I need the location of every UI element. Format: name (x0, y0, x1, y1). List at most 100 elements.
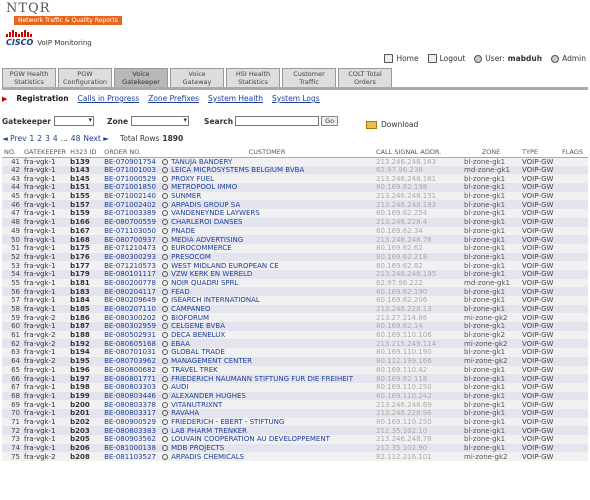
row-order-no[interactable]: BE-071103050 (102, 226, 161, 236)
magnifier-icon[interactable] (162, 332, 169, 339)
magnifier-icon[interactable] (162, 410, 169, 417)
magnifier-icon[interactable] (162, 297, 169, 304)
customer-name[interactable]: TANUJA BANDERY (171, 158, 232, 166)
tab-voice-gateway[interactable]: Voice Gateway (170, 68, 224, 87)
row-customer[interactable]: VITANUTRIXNT (160, 400, 374, 409)
page-48-link[interactable]: 48 (71, 134, 81, 143)
customer-name[interactable]: VZW KERK EN WERELD (171, 270, 252, 278)
row-order-no[interactable]: BE-071210573 (102, 261, 161, 270)
customer-name[interactable]: LEICA MICROSYSTEMS BELGIUM BVBA (171, 166, 304, 174)
customer-name[interactable]: VANDENEYNDE LAYWERS (171, 209, 260, 217)
page-3-link[interactable]: 3 (45, 134, 50, 143)
row-order-no[interactable]: BE-080700559 (102, 217, 161, 227)
row-customer[interactable]: LOUVAIN COOPERATION AU DEVELOPPEMENT (160, 435, 374, 444)
row-order-no[interactable]: BE-080800682 (102, 365, 161, 375)
row-order-no[interactable]: BE-080101117 (102, 269, 161, 279)
row-customer[interactable]: BIOFORUM (160, 313, 374, 323)
row-customer[interactable]: EBAA (160, 339, 374, 349)
magnifier-icon[interactable] (162, 193, 169, 200)
magnifier-icon[interactable] (162, 236, 169, 243)
magnifier-icon[interactable] (162, 279, 169, 286)
row-order-no[interactable]: BE-071210473 (102, 243, 161, 253)
customer-name[interactable]: MEDIA ADVERTISING (171, 236, 243, 244)
magnifier-icon[interactable] (162, 445, 169, 452)
row-customer[interactable]: TRAVEL TREK (160, 365, 374, 375)
zone-select[interactable] (131, 116, 190, 126)
customer-name[interactable]: ARPADIS GROUP SA (171, 201, 240, 209)
tab-pgw-configuration[interactable]: PGW Configuration (58, 68, 112, 87)
magnifier-icon[interactable] (162, 175, 169, 182)
subnav-system-health[interactable]: System Health (208, 94, 263, 103)
magnifier-icon[interactable] (162, 201, 169, 208)
customer-name[interactable]: ALEXANDER HUGHES (171, 392, 246, 400)
customer-name[interactable]: EUROCOMMERCE (171, 244, 232, 252)
row-order-no[interactable]: BE-081103527 (102, 452, 161, 462)
row-order-no[interactable]: BE-080803303 (102, 382, 161, 392)
tab-colt-total-orders[interactable]: COLT Total Orders (338, 68, 392, 87)
row-order-no[interactable]: BE-080300202 (102, 313, 161, 323)
subnav-zone-prefixes[interactable]: Zone Prefixes (148, 94, 199, 103)
row-customer[interactable]: SUNMER (160, 191, 374, 201)
row-order-no[interactable]: BE-080900529 (102, 417, 161, 427)
row-order-no[interactable]: BE-071001003 (102, 165, 161, 175)
search-input[interactable] (235, 116, 320, 126)
row-customer[interactable]: WEST MIDLAND EUROPEAN CE (160, 261, 374, 270)
magnifier-icon[interactable] (162, 366, 169, 373)
customer-name[interactable]: SUNMER (171, 192, 201, 200)
home-link[interactable]: Home (384, 54, 419, 63)
row-order-no[interactable]: BE-080803317 (102, 408, 161, 418)
go-button[interactable]: Go (321, 116, 339, 126)
row-customer[interactable]: DECA BENELUX (160, 330, 374, 340)
customer-name[interactable]: CELGENE BVBA (171, 322, 225, 330)
row-customer[interactable]: MANAGEMENT CENTER (160, 356, 374, 366)
row-order-no[interactable]: BE-080803383 (102, 426, 161, 435)
row-customer[interactable]: EUROCOMMERCE (160, 243, 374, 253)
row-order-no[interactable]: BE-080605168 (102, 339, 161, 349)
magnifier-icon[interactable] (162, 219, 169, 226)
col-gatekeeper[interactable]: GATEKEEPER (22, 147, 69, 158)
customer-name[interactable]: FRIEDERICH - EBERT - STIFTUNG (171, 418, 284, 426)
page-2-link[interactable]: 2 (37, 134, 42, 143)
customer-name[interactable]: VITANUTRIXNT (171, 401, 222, 409)
row-customer[interactable]: MDB PROJECTS (160, 443, 374, 453)
row-order-no[interactable]: BE-080801771 (102, 374, 161, 383)
magnifier-icon[interactable] (162, 375, 169, 382)
magnifier-icon[interactable] (162, 314, 169, 321)
row-order-no[interactable]: BE-080204117 (102, 287, 161, 296)
magnifier-icon[interactable] (162, 427, 169, 434)
row-customer[interactable]: VZW KERK EN WERELD (160, 269, 374, 279)
row-customer[interactable]: AUDI (160, 382, 374, 392)
row-order-no[interactable]: BE-080502931 (102, 330, 161, 340)
customer-name[interactable]: LAB PHARM TRENKER (171, 427, 247, 435)
row-order-no[interactable]: BE-080703962 (102, 356, 161, 366)
magnifier-icon[interactable] (162, 288, 169, 295)
row-customer[interactable]: FRIEDERICH - EBERT - STIFTUNG (160, 417, 374, 427)
tab-customer-traffic[interactable]: Customer Traffic (282, 68, 336, 87)
col-flags[interactable]: FLAGS (560, 147, 588, 158)
customer-name[interactable]: CAMPANEO (171, 305, 210, 313)
row-order-no[interactable]: BE-080200778 (102, 278, 161, 288)
row-customer[interactable]: PNADE (160, 226, 374, 236)
magnifier-icon[interactable] (162, 271, 169, 278)
download-link[interactable]: Download (366, 120, 418, 129)
magnifier-icon[interactable] (162, 253, 169, 260)
magnifier-icon[interactable] (162, 392, 169, 399)
row-order-no[interactable]: BE-080701031 (102, 348, 161, 357)
magnifier-icon[interactable] (162, 418, 169, 425)
row-order-no[interactable]: BE-080803446 (102, 391, 161, 401)
row-order-no[interactable]: BE-081000138 (102, 443, 161, 453)
customer-name[interactable]: LOUVAIN COOPERATION AU DEVELOPPEMENT (171, 435, 330, 443)
col-order-no[interactable]: ORDER NO. (102, 147, 161, 158)
row-customer[interactable]: NOIR QUADRI SPRL (160, 278, 374, 288)
customer-name[interactable]: MDB PROJECTS (171, 444, 224, 452)
magnifier-icon[interactable] (162, 453, 169, 460)
row-customer[interactable]: LAB PHARM TRENKER (160, 426, 374, 435)
row-order-no[interactable]: BE-071000529 (102, 174, 161, 184)
tab-pgw-health[interactable]: PGW Health Statistics (2, 68, 56, 87)
col-zone[interactable]: ZONE (462, 147, 520, 158)
row-order-no[interactable]: BE-080300293 (102, 252, 161, 262)
magnifier-icon[interactable] (162, 210, 169, 217)
col-no[interactable]: NO. (2, 147, 22, 158)
magnifier-icon[interactable] (162, 184, 169, 191)
page-4-link[interactable]: 4 (53, 134, 58, 143)
